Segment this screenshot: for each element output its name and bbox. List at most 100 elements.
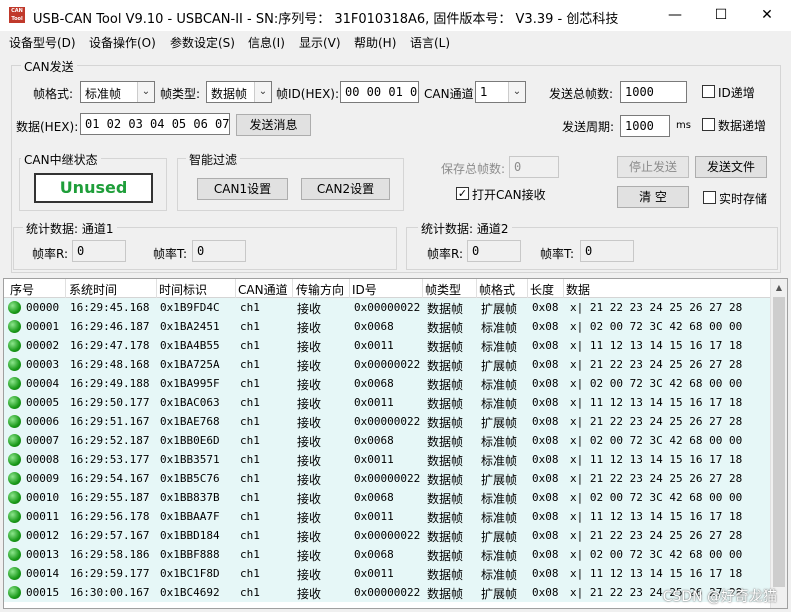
table-row[interactable]: 00006 16:29:51.167 0x1BAE768 ch1 接收 0x0000002…: [4, 412, 771, 431]
status-led-icon: [8, 586, 21, 599]
column-header[interactable]: 序号: [10, 281, 34, 298]
table-cell: 16:29:56.178: [70, 510, 150, 523]
table-cell: ch1: [240, 472, 260, 485]
table-cell: 00009: [26, 472, 60, 485]
stats1-rate-t-value: 0: [192, 240, 246, 262]
status-led-icon: [8, 320, 21, 333]
column-header[interactable]: ID号: [352, 281, 377, 298]
status-led-icon: [8, 434, 21, 447]
table-cell: 数据帧: [427, 397, 464, 411]
realtime-save-checkbox[interactable]: [703, 191, 716, 204]
table-cell: 接收: [297, 511, 322, 525]
column-header[interactable]: 传输方向: [296, 281, 344, 298]
scrollbar-thumb[interactable]: [773, 297, 785, 587]
close-button[interactable]: ✕: [744, 0, 790, 31]
frame-format-label: 帧格式:: [33, 87, 74, 101]
table-cell: 00012: [26, 529, 60, 542]
data-increment-checkbox[interactable]: [702, 118, 715, 131]
table-cell: 接收: [297, 530, 322, 544]
menu-info[interactable]: 信息(I): [248, 34, 285, 51]
table-cell: 0x1BC1F8D: [160, 567, 220, 580]
table-cell: 接收: [297, 359, 322, 373]
frame-format-select[interactable]: 标准帧 ⌄: [80, 81, 155, 103]
send-file-button[interactable]: 发送文件: [695, 156, 767, 178]
table-cell: 16:29:55.187: [70, 491, 150, 504]
table-cell: 0x1BB5C76: [160, 472, 220, 485]
table-cell: 接收: [297, 302, 322, 316]
can1-settings-button[interactable]: CAN1设置: [197, 178, 288, 200]
menu-parameters[interactable]: 参数设定(S): [170, 34, 235, 51]
frame-type-select[interactable]: 数据帧 ⌄: [206, 81, 272, 103]
table-cell: 数据帧: [427, 359, 464, 373]
message-table[interactable]: 序号 系统时间 时间标识 CAN通道 传输方向 ID号 帧类型 帧格式 长度 数…: [3, 278, 788, 609]
vertical-scrollbar[interactable]: ▲: [770, 279, 787, 608]
open-receive-checkbox[interactable]: ✓: [456, 187, 469, 200]
menu-display[interactable]: 显示(V): [299, 34, 341, 51]
table-row[interactable]: 00013 16:29:58.186 0x1BBF888 ch1 接收 0x0068 数据帧…: [4, 545, 771, 564]
table-row[interactable]: 00004 16:29:49.188 0x1BA995F ch1 接收 0x0068 数据帧…: [4, 374, 771, 393]
stats2-rate-t-value: 0: [580, 240, 634, 262]
table-cell: 0x00000022: [354, 301, 421, 314]
status-led-icon: [8, 396, 21, 409]
table-cell: 接收: [297, 454, 322, 468]
column-header[interactable]: 系统时间: [69, 281, 117, 298]
table-cell: 接收: [297, 378, 322, 392]
scroll-up-icon[interactable]: ▲: [771, 279, 787, 296]
table-cell: 16:29:52.187: [70, 434, 150, 447]
status-led-icon: [8, 567, 21, 580]
table-row[interactable]: 00005 16:29:50.177 0x1BAC063 ch1 接收 0x0011 数据帧…: [4, 393, 771, 412]
table-cell: 0x1BBAA7F: [160, 510, 220, 523]
table-cell: 16:29:46.187: [70, 320, 150, 333]
table-cell: 0x00000022: [354, 586, 421, 599]
send-period-input[interactable]: 1000: [620, 115, 670, 137]
column-header[interactable]: 长度: [530, 281, 554, 298]
table-row[interactable]: 00007 16:29:52.187 0x1BB0E6D ch1 接收 0x0068 数据帧…: [4, 431, 771, 450]
table-cell: 00014: [26, 567, 60, 580]
table-cell: ch1: [240, 301, 260, 314]
can-send-title: CAN发送: [21, 58, 77, 75]
table-row[interactable]: 00014 16:29:59.177 0x1BC1F8D ch1 接收 0x0011 数据帧…: [4, 564, 771, 583]
column-header[interactable]: 时间标识: [159, 281, 207, 298]
table-row[interactable]: 00011 16:29:56.178 0x1BBAA7F ch1 接收 0x0011 数据帧…: [4, 507, 771, 526]
table-row[interactable]: 00003 16:29:48.168 0x1BA725A ch1 接收 0x0000002…: [4, 355, 771, 374]
total-frames-input[interactable]: 1000: [620, 81, 687, 103]
table-row[interactable]: 00008 16:29:53.177 0x1BB3571 ch1 接收 0x0011 数据帧…: [4, 450, 771, 469]
table-cell: 0x08: [532, 586, 559, 599]
menu-help[interactable]: 帮助(H): [354, 34, 396, 51]
table-cell: 0x1BA995F: [160, 377, 220, 390]
table-row[interactable]: 00002 16:29:47.178 0x1BA4B55 ch1 接收 0x0011 数据帧…: [4, 336, 771, 355]
table-cell: x| 11 12 13 14 15 16 17 18: [570, 396, 743, 409]
menu-language[interactable]: 语言(L): [410, 34, 450, 51]
minimize-button[interactable]: —: [652, 0, 698, 31]
column-header[interactable]: 帧格式: [479, 281, 515, 298]
status-led-icon: [8, 358, 21, 371]
table-cell: 标准帧: [481, 340, 518, 354]
send-message-button[interactable]: 发送消息: [236, 114, 311, 136]
table-cell: 0x08: [532, 434, 559, 447]
can-channel-select[interactable]: 1 ⌄: [475, 81, 526, 103]
table-row[interactable]: 00000 16:29:45.168 0x1B9FD4C ch1 接收 0x0000002…: [4, 298, 771, 317]
frame-id-input[interactable]: 00 00 01 01: [340, 81, 419, 103]
column-header[interactable]: CAN通道: [238, 281, 288, 298]
table-cell: 0x08: [532, 339, 559, 352]
table-cell: 0x0011: [354, 339, 394, 352]
menu-device-operation[interactable]: 设备操作(O): [89, 34, 156, 51]
data-hex-input[interactable]: 01 02 03 04 05 06 07 08: [80, 113, 230, 135]
table-cell: 数据帧: [427, 321, 464, 335]
table-row[interactable]: 00015 16:30:00.167 0x1BC4692 ch1 接收 0x0000002…: [4, 583, 771, 602]
column-header[interactable]: 帧类型: [425, 281, 461, 298]
maximize-button[interactable]: ☐: [698, 0, 744, 31]
table-row[interactable]: 00001 16:29:46.187 0x1BA2451 ch1 接收 0x0068 数据帧…: [4, 317, 771, 336]
table-row[interactable]: 00009 16:29:54.167 0x1BB5C76 ch1 接收 0x0000002…: [4, 469, 771, 488]
menu-device-model[interactable]: 设备型号(D): [9, 34, 76, 51]
table-row[interactable]: 00012 16:29:57.167 0x1BBD184 ch1 接收 0x0000002…: [4, 526, 771, 545]
table-cell: 接收: [297, 492, 322, 506]
can2-settings-button[interactable]: CAN2设置: [301, 178, 390, 200]
table-cell: 接收: [297, 549, 322, 563]
stop-send-button[interactable]: 停止发送: [617, 156, 689, 178]
clear-button[interactable]: 清 空: [617, 186, 689, 208]
id-increment-checkbox[interactable]: [702, 85, 715, 98]
table-cell: 0x00000022: [354, 529, 421, 542]
table-row[interactable]: 00010 16:29:55.187 0x1BB837B ch1 接收 0x0068 数据帧…: [4, 488, 771, 507]
column-header[interactable]: 数据: [566, 281, 590, 298]
